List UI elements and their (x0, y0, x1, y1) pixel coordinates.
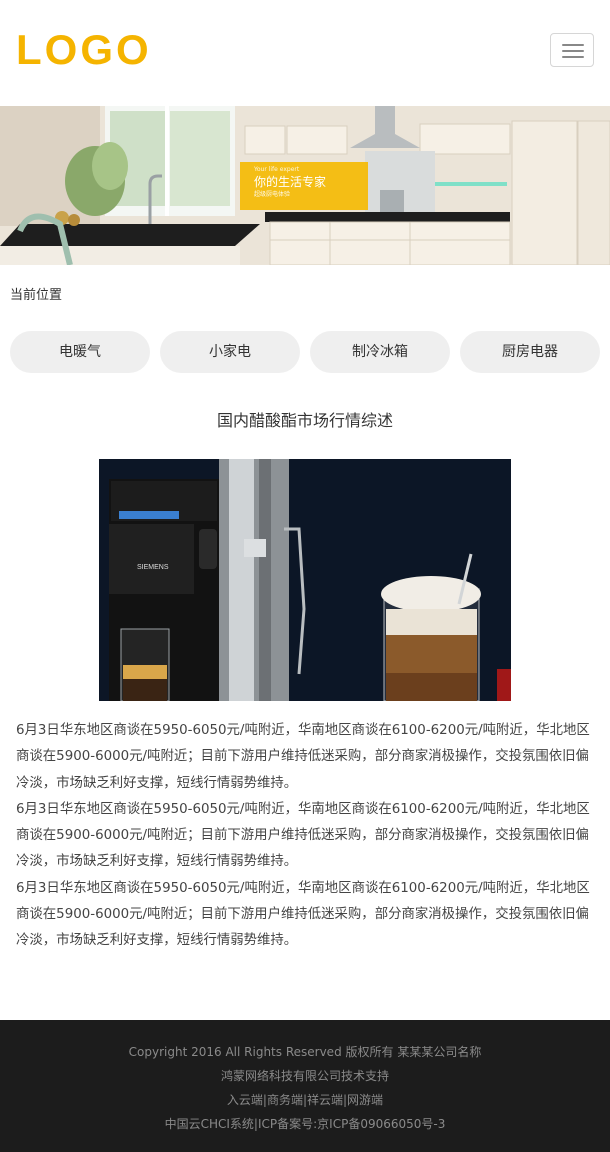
footer-copyright: Copyright 2016 All Rights Reserved 版权所有 … (128, 1045, 482, 1059)
menu-bar (562, 50, 584, 52)
menu-bar (562, 56, 584, 58)
category-button-electric-heater[interactable]: 电暖气 (10, 331, 150, 373)
article-paragraph: 6月3日华东地区商谈在5950-6050元/吨附近，华南地区商谈在6100-62… (16, 723, 590, 791)
article-paragraph: 6月3日华东地区商谈在5950-6050元/吨附近，华南地区商谈在6100-62… (16, 880, 590, 949)
site-header: LOGO (0, 0, 610, 106)
banner-caption-title: 你的生活专家 (254, 175, 327, 189)
menu-bar (562, 44, 584, 46)
coffee-machine-image: SIEMENS (99, 459, 511, 701)
category-nav: 电暖气 小家电 制冷冰箱 厨房电器 (10, 331, 600, 373)
banner-caption: Your life expert 你的生活专家 超级厨电体验 (240, 162, 368, 210)
hamburger-menu-icon[interactable] (550, 33, 594, 67)
image-brand-text: SIEMENS (137, 564, 169, 571)
footer-icp[interactable]: 中国云CHCI系统|ICP备案号:京ICP备09066050号-3 (0, 1112, 610, 1136)
article-title: 国内醋酸酯市场行情综述 (216, 411, 393, 430)
article-paragraph: 6月3日华东地区商谈在5950-6050元/吨附近，华南地区商谈在6100-62… (16, 801, 590, 870)
article-body: 6月3日华东地区商谈在5950-6050元/吨附近，华南地区商谈在6100-62… (16, 718, 598, 955)
site-footer: Copyright 2016 All Rights Reserved 版权所有 … (0, 1020, 610, 1152)
article-image: SIEMENS (99, 459, 511, 701)
hero-banner: Your life expert 你的生活专家 超级厨电体验 (0, 106, 610, 265)
footer-support[interactable]: 鸿蒙网络科技有限公司技术支持 (0, 1064, 610, 1088)
banner-caption-small: Your life expert (254, 166, 300, 173)
footer-links[interactable]: 入云端|商务端|祥云端|网游端 (0, 1088, 610, 1112)
category-button-small-appliances[interactable]: 小家电 (160, 331, 300, 373)
banner-caption-sub: 超级厨电体验 (254, 191, 291, 198)
category-button-kitchen-appliances[interactable]: 厨房电器 (460, 331, 600, 373)
category-button-refrigerators[interactable]: 制冷冰箱 (310, 331, 450, 373)
logo[interactable]: LOGO (16, 27, 152, 73)
breadcrumb: 当前位置 (10, 288, 63, 303)
